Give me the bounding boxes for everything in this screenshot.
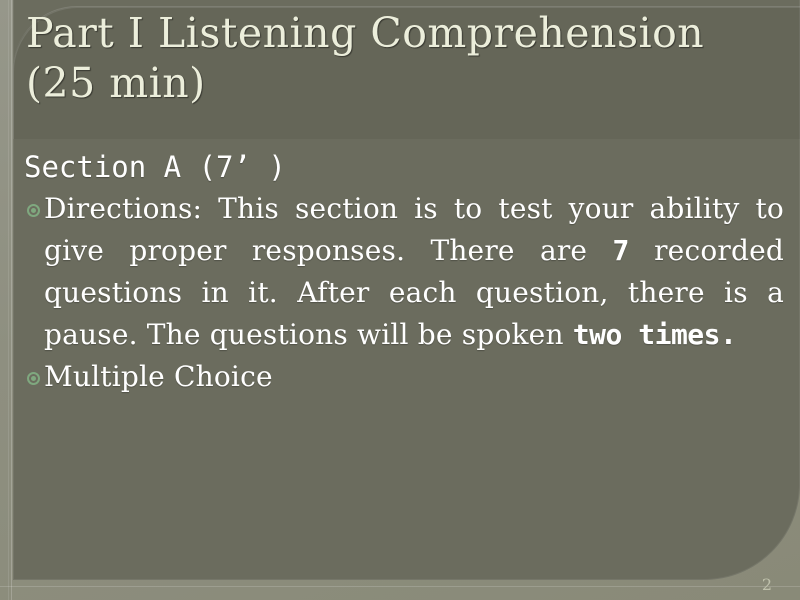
- section-heading: Section A (7’ ): [24, 150, 286, 184]
- slide-title: Part I Listening Comprehension (25 min): [26, 9, 718, 107]
- page-number: 2: [761, 575, 772, 594]
- slide-left-rule: [11, 0, 12, 600]
- question-count-emphasis: 7: [612, 234, 629, 267]
- list-item: Multiple Choice: [24, 356, 784, 398]
- bullet-item-directions: Directions: This section is to test your…: [44, 188, 784, 356]
- target-bullet-icon: [24, 360, 44, 397]
- slide-left-rule-secondary: [8, 0, 9, 600]
- slide-content: Section A (7’ ) Directions: This section…: [24, 148, 784, 398]
- presentation-slide: Part I Listening Comprehension (25 min) …: [0, 0, 800, 600]
- bullet-item-multiple-choice: Multiple Choice: [44, 360, 273, 393]
- slide-bottom-rule: [0, 586, 800, 587]
- list-item: Directions: This section is to test your…: [24, 188, 784, 356]
- repeat-count-emphasis: two times.: [572, 318, 737, 351]
- target-bullet-icon: [24, 192, 44, 229]
